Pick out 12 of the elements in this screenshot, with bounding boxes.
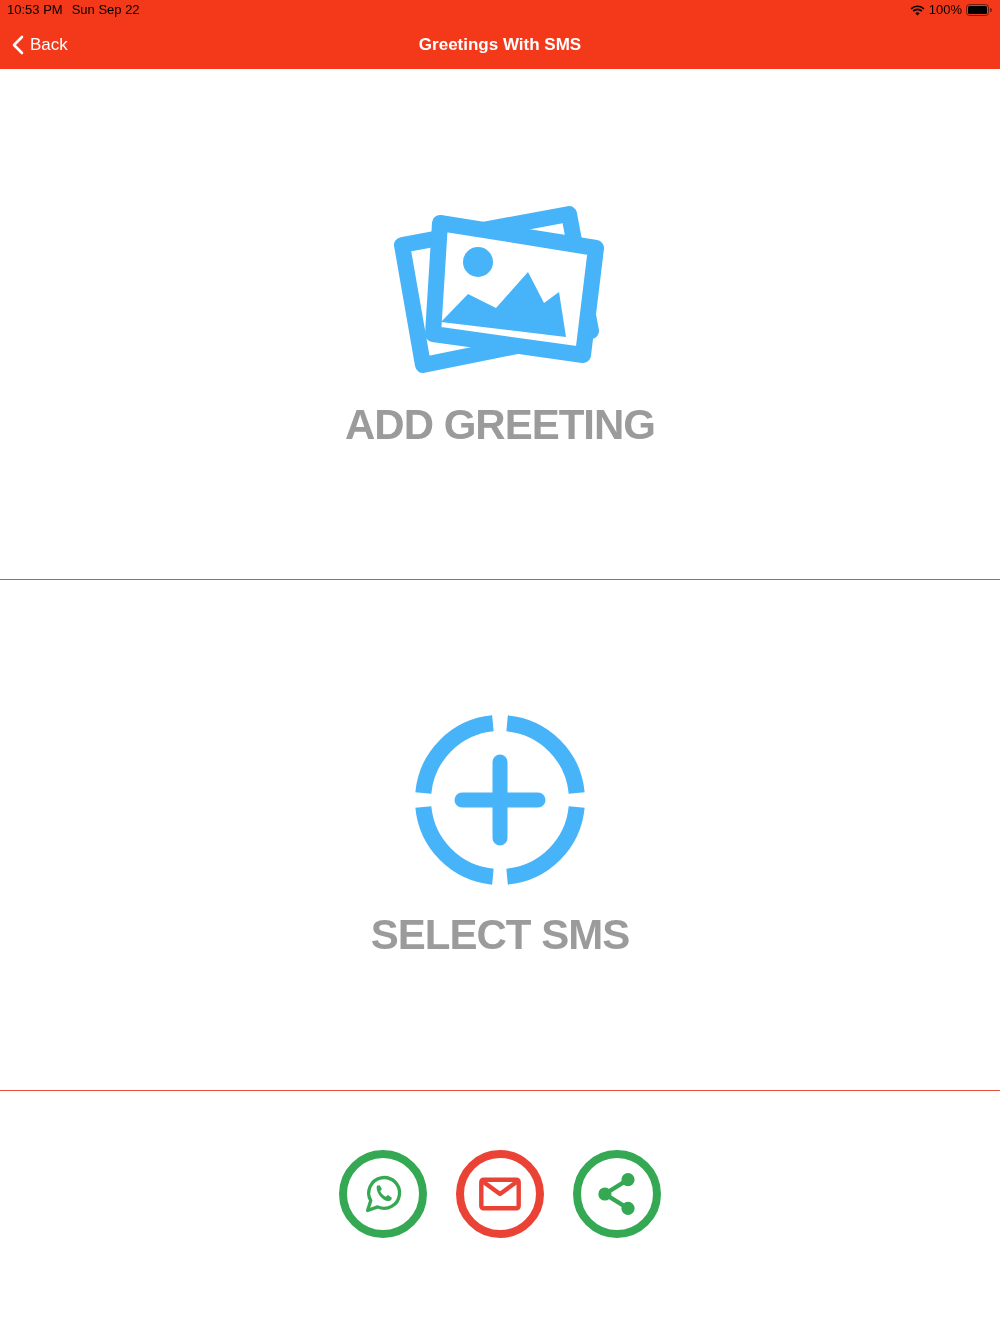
status-date: Sun Sep 22 (71, 2, 140, 18)
chevron-icon[interactable] (12, 34, 24, 55)
wifi-icon (909, 4, 925, 16)
battery-percent: 100% (928, 2, 962, 18)
select-sms-button[interactable]: SELECT SMS (370, 715, 630, 955)
battery-icon (966, 4, 992, 16)
add-greeting-button[interactable]: ADD GREETING (345, 203, 655, 445)
status-time: 10:53 PM (7, 2, 63, 18)
plus-circle-icon[interactable] (415, 715, 585, 885)
back-button[interactable]: Back (12, 34, 68, 55)
photos-icon[interactable] (393, 203, 607, 375)
nav-title: Greetings With SMS (418, 34, 582, 55)
